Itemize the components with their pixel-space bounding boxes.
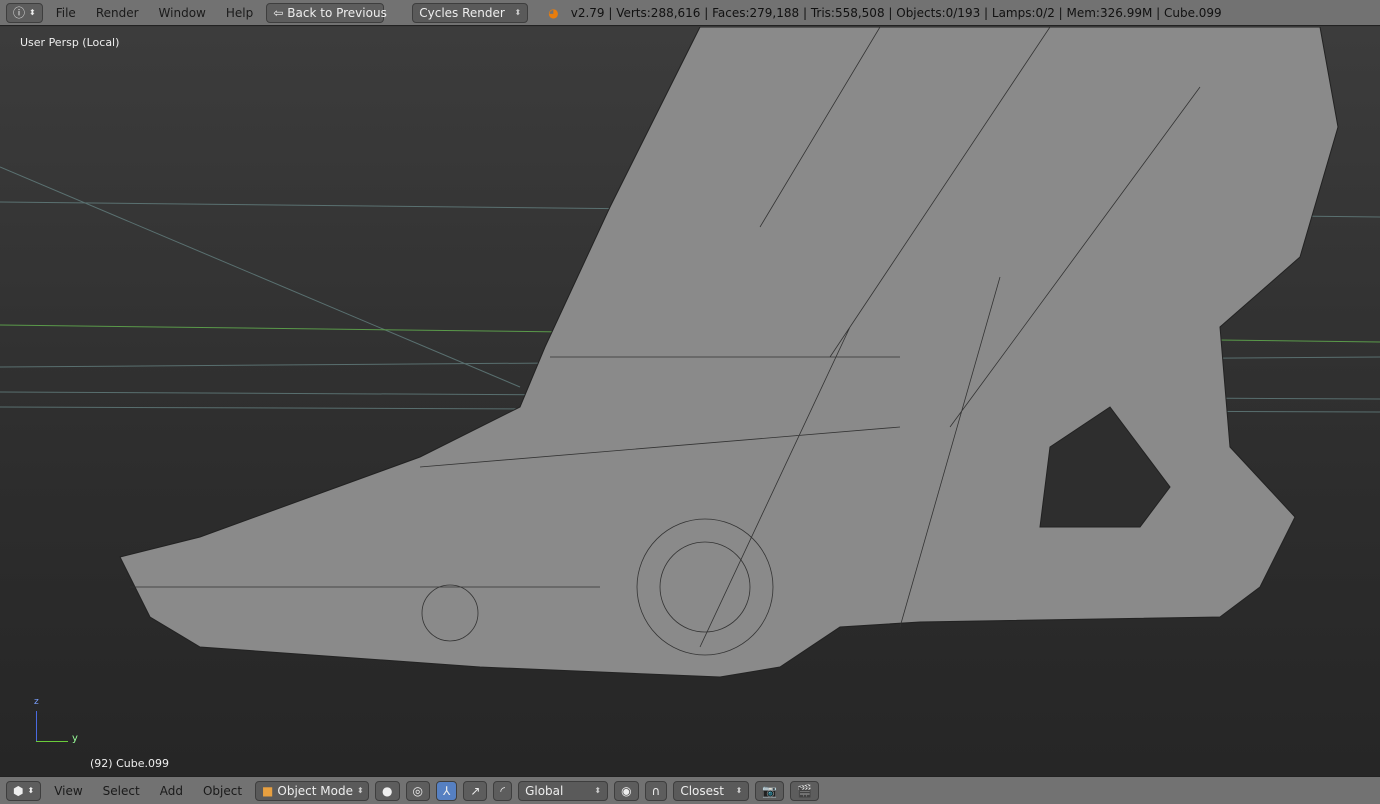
manipulator-toggle[interactable]: ⅄	[436, 780, 458, 801]
rotate-icon: ◜	[500, 783, 506, 798]
axis-gizmo: z y	[34, 697, 78, 744]
cube-icon: ⬢	[13, 783, 24, 798]
info-icon: ⓘ	[13, 6, 26, 20]
magnet-icon: ∩	[651, 783, 661, 798]
menu-select[interactable]: Select	[96, 784, 147, 798]
menu-view[interactable]: View	[47, 784, 89, 798]
proportional-icon: ◉	[621, 783, 632, 798]
menu-object[interactable]: Object	[196, 784, 249, 798]
menu-file[interactable]: File	[49, 6, 83, 20]
menu-render[interactable]: Render	[89, 6, 146, 20]
active-object-label: (92) Cube.099	[90, 757, 169, 770]
scene-stats: v2.79 | Verts:288,616 | Faces:279,188 | …	[570, 5, 1222, 20]
snap-toggle[interactable]: ∩	[644, 780, 668, 801]
render-engine-select[interactable]: Cycles Render ⬍	[412, 2, 529, 23]
render-animation-button[interactable]: 🎬	[790, 780, 820, 801]
editor-type-button[interactable]: ⬢ ⬍	[6, 780, 42, 801]
3d-view-header: ⬢ ⬍ View Select Add Object ■ Object Mode ⬍ …	[0, 776, 1380, 804]
mesh-wireframe	[0, 27, 1380, 678]
blender-logo-icon: ◕	[548, 5, 559, 20]
back-icon: ⇦	[273, 5, 284, 20]
clapper-icon: 🎬	[797, 783, 813, 798]
pivot-icon: ◎	[412, 783, 423, 798]
translate-toggle[interactable]: ↗	[463, 780, 488, 801]
menu-help[interactable]: Help	[219, 6, 260, 20]
pivot-select[interactable]: ◎	[405, 780, 430, 801]
editor-type-button[interactable]: ⓘ ⬍	[6, 2, 43, 23]
object-mode-icon: ■	[262, 783, 274, 798]
sphere-icon: ●	[382, 783, 393, 798]
render-still-button[interactable]: 📷	[755, 780, 785, 801]
info-header: ⓘ ⬍ File Render Window Help ⇦ Back to Prev…	[0, 0, 1380, 26]
view-name-label: User Persp (Local)	[20, 36, 120, 49]
rotate-toggle[interactable]: ◜	[493, 780, 513, 801]
3d-viewport[interactable]: User Persp (Local) (92) Cube.099 z y	[0, 27, 1380, 776]
camera-icon: 📷	[762, 783, 778, 798]
back-to-previous-button[interactable]: ⇦ Back to Previous	[266, 2, 387, 23]
menu-add[interactable]: Add	[153, 784, 190, 798]
mode-select[interactable]: ■ Object Mode ⬍	[255, 780, 370, 801]
snap-target-select[interactable]: Closest ⬍	[673, 780, 750, 801]
menu-window[interactable]: Window	[152, 6, 213, 20]
manipulator-icon: ⅄	[443, 783, 451, 798]
arrow-icon: ↗	[470, 783, 481, 798]
shading-select[interactable]: ●	[375, 780, 400, 801]
proportional-edit-button[interactable]: ◉	[614, 780, 639, 801]
orientation-select[interactable]: Global ⬍	[518, 780, 609, 801]
